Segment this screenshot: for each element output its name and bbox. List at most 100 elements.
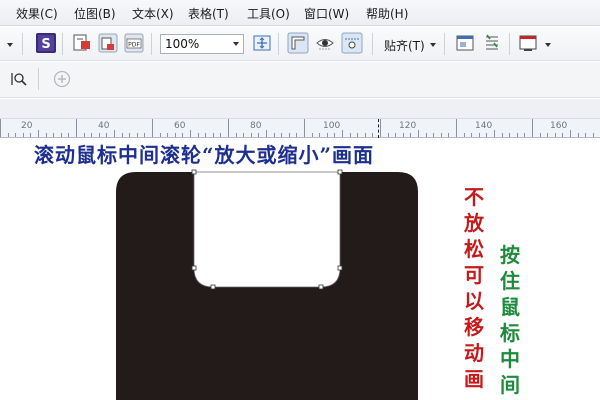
ruler-tick [326, 133, 328, 137]
ruler-tick [524, 133, 526, 137]
ruler-tick [456, 119, 457, 137]
ruler-tick [311, 133, 313, 137]
menu-text[interactable]: 文本(X) [132, 5, 174, 22]
menu-window[interactable]: 窗口(W) [304, 5, 349, 22]
ruler-tick [15, 133, 17, 137]
node-handle[interactable] [318, 284, 324, 290]
ruler-tick [562, 133, 564, 137]
zoom-level-value: 100% [165, 37, 200, 51]
ruler-tick [585, 133, 587, 137]
dropdown-arrow-icon[interactable] [7, 43, 13, 47]
full-screen-preview-icon[interactable] [251, 32, 273, 54]
import-icon[interactable] [71, 32, 93, 54]
white-cutout-shape[interactable] [193, 171, 341, 288]
eye-icon[interactable] [314, 32, 336, 54]
toolbar-separator [38, 68, 39, 90]
ruler-tick [349, 133, 351, 137]
ruler-tick [38, 130, 39, 137]
ruler-tick [114, 130, 115, 137]
show-rulers-icon[interactable] [287, 32, 309, 54]
node-handle[interactable] [191, 265, 197, 271]
show-guidelines-icon[interactable] [341, 32, 363, 54]
ruler-tick [410, 133, 412, 137]
ruler-tick [212, 133, 214, 137]
horizontal-ruler[interactable]: 20 40 60 80 100 120 140 160 [0, 118, 600, 138]
property-bar [0, 62, 600, 98]
node-handle[interactable] [210, 284, 216, 290]
publish-pdf-icon[interactable]: PDF [123, 32, 145, 54]
ruler-tick [121, 133, 123, 137]
ruler-tick [433, 133, 435, 137]
red-text-char: 可 [464, 263, 484, 287]
ruler-tick [228, 119, 229, 137]
ruler-tick [288, 133, 290, 137]
app-launcher-icon[interactable]: S [35, 32, 57, 54]
ruler-label: 120 [399, 121, 417, 131]
ruler-tick [334, 133, 336, 137]
ruler-tick [418, 130, 419, 137]
toolbar-separator [444, 33, 445, 55]
red-text-char: 画 [464, 367, 484, 391]
ruler-label: 140 [475, 121, 493, 131]
menu-bar: 效果(C) 位图(B) 文本(X) 表格(T) 工具(O) 窗口(W) 帮助(H… [0, 0, 600, 26]
standard-toolbar: S PDF 100% 贴齐(T) [0, 27, 600, 61]
zoom-to-page-icon[interactable] [10, 70, 28, 88]
ruler-label: 100 [323, 121, 341, 131]
document-tab-strip [0, 99, 600, 118]
export-icon[interactable] [97, 32, 119, 54]
ruler-tick [516, 133, 518, 137]
ruler-tick [440, 133, 442, 137]
ruler-tick [144, 133, 146, 137]
node-handle[interactable] [337, 169, 343, 175]
object-properties-icon[interactable] [481, 32, 503, 54]
ruler-tick [129, 133, 131, 137]
ruler-tick [532, 119, 533, 137]
ruler-tick [364, 133, 366, 137]
red-text-char: 不 [464, 185, 484, 209]
options-icon[interactable] [454, 32, 476, 54]
ruler-tick [243, 133, 245, 137]
ruler-tick [53, 133, 55, 137]
welcome-screen-icon[interactable] [517, 32, 539, 54]
ruler-tick [570, 130, 571, 137]
node-handle[interactable] [191, 169, 197, 175]
ruler-tick [357, 133, 359, 137]
zoom-level-dropdown[interactable]: 100% [160, 34, 244, 54]
ruler-tick [494, 130, 495, 137]
ruler-tick [91, 133, 93, 137]
ruler-tick [342, 130, 343, 137]
ruler-tick [319, 133, 321, 137]
menu-table[interactable]: 表格(T) [188, 5, 229, 22]
chevron-down-icon[interactable] [430, 43, 436, 47]
menu-tools[interactable]: 工具(O) [247, 5, 290, 22]
snap-to-dropdown[interactable]: 贴齐(T) [384, 37, 425, 54]
ruler-tick [387, 133, 389, 137]
menu-effects[interactable]: 效果(C) [16, 5, 58, 22]
menu-bitmaps[interactable]: 位图(B) [74, 5, 116, 22]
ruler-tick [501, 133, 503, 137]
chevron-down-icon [233, 42, 239, 46]
ruler-tick [554, 133, 556, 137]
toolbar-separator [62, 33, 63, 55]
menu-help[interactable]: 帮助(H) [366, 5, 408, 22]
red-text-char: 放 [464, 211, 484, 235]
ruler-tick [380, 119, 381, 137]
green-text-char: 中 [500, 347, 520, 371]
ruler-cursor-marker [378, 119, 379, 138]
ruler-tick [372, 133, 374, 137]
ruler-tick [205, 133, 207, 137]
chevron-down-icon[interactable] [545, 43, 551, 47]
ruler-tick [577, 133, 579, 137]
shape-drawing[interactable] [112, 168, 422, 400]
ruler-tick [22, 133, 24, 137]
ruler-tick [167, 133, 169, 137]
green-vertical-text: 按住鼠标中间 [500, 242, 520, 398]
node-handle[interactable] [337, 265, 343, 271]
ruler-tick [83, 133, 85, 137]
green-text-char: 鼠 [500, 295, 520, 319]
red-text-char: 以 [464, 289, 484, 313]
drawing-canvas[interactable]: 滚动鼠标中间滚轮“放大或缩小”画面 不放松可以移动画 按住鼠标中间 [0, 138, 600, 400]
ruler-tick [136, 133, 138, 137]
add-icon[interactable] [53, 70, 71, 88]
ruler-label: 20 [21, 121, 33, 131]
